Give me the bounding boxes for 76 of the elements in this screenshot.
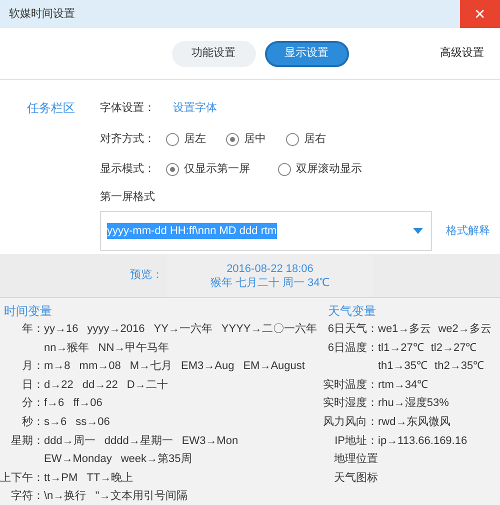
tab[interactable]: 显示设置 bbox=[264, 40, 348, 66]
variable-example: we2→多云 bbox=[438, 322, 492, 337]
variable-label: 6日温度： bbox=[326, 340, 378, 356]
variable-example: EM3→Aug bbox=[181, 359, 234, 374]
radio-option[interactable]: 居中 bbox=[226, 130, 266, 148]
variable-example: f→6 bbox=[44, 396, 64, 412]
variable-example: rtm→34℃ bbox=[378, 378, 428, 393]
preview-label: 预览： bbox=[129, 268, 164, 284]
variable-example: yy→16 bbox=[44, 322, 78, 337]
section-title: 天气变量 bbox=[327, 303, 377, 320]
variable-example: tt→PM bbox=[44, 470, 78, 486]
variable-example: dddd→星期一 bbox=[104, 434, 173, 449]
close-button[interactable]: ✕ bbox=[460, 0, 500, 28]
window-title: 软媒时间设置 bbox=[8, 6, 75, 22]
variable-label: 星期： bbox=[10, 434, 44, 449]
variable-label: 上下午： bbox=[0, 470, 44, 486]
variable-label: 字符： bbox=[10, 488, 44, 504]
radio-option[interactable]: 居左 bbox=[166, 130, 206, 148]
field-label: 对齐方式： bbox=[100, 132, 156, 147]
variable-example: ip→113.66.169.16 bbox=[378, 434, 468, 449]
variable-example: M→七月 bbox=[130, 359, 172, 374]
variable-example: th2→35℃ bbox=[434, 359, 484, 374]
variable-label: 6日天气： bbox=[326, 322, 378, 337]
tab[interactable]: 高级设置 bbox=[440, 45, 484, 62]
variable-example: th1→35℃ bbox=[378, 359, 428, 374]
variable-example: EW3→Mon bbox=[182, 434, 238, 449]
section-label: 任务栏区 bbox=[26, 100, 76, 117]
dropdown-caret-icon bbox=[413, 228, 423, 234]
variable-example: TT→晚上 bbox=[86, 470, 134, 486]
field-label: 字体设置： bbox=[100, 100, 155, 116]
variable-example: \n→换行 bbox=[44, 489, 86, 504]
variable-label: 实时湿度： bbox=[322, 396, 378, 412]
field-label: 第一屏格式 bbox=[100, 190, 156, 205]
variable-label: 实时温度： bbox=[322, 378, 378, 393]
variable-example: s→6 bbox=[44, 414, 67, 430]
format-value: yyyy-mm-dd HH:ff\nnn MD ddd rtm bbox=[107, 222, 277, 240]
variable-label: 年： bbox=[21, 322, 44, 337]
tab[interactable]: 功能设置 bbox=[172, 40, 256, 66]
variable-example: rhu→湿度53% bbox=[378, 396, 449, 412]
section-title: 时间变量 bbox=[3, 303, 53, 320]
radio-option[interactable]: 仅显示第一屏 bbox=[166, 160, 250, 178]
variable-example: ff→06 bbox=[73, 396, 102, 412]
variable-example: m→8 bbox=[44, 359, 70, 374]
preview-text: 猴年 七月二十 周一 34℃ bbox=[210, 276, 330, 290]
variable-label: 月： bbox=[21, 359, 44, 374]
variable-label: IP地址： bbox=[334, 434, 378, 449]
variable-example: ddd→周一 bbox=[44, 434, 96, 449]
variable-example: tl2→27℃ bbox=[430, 340, 477, 356]
field-label: 显示模式： bbox=[100, 162, 156, 177]
variable-label: 日： bbox=[21, 378, 44, 393]
variable-example: we1→多云 bbox=[378, 322, 432, 337]
preview-text: 2016-08-22 18:06 bbox=[226, 262, 314, 276]
radio-option[interactable]: 居右 bbox=[286, 130, 326, 148]
variable-example: NN→甲午马年 bbox=[98, 340, 170, 356]
radio-option[interactable]: 双屏滚动显示 bbox=[278, 160, 362, 178]
variable-example: nn→猴年 bbox=[44, 340, 90, 356]
format-help-link[interactable]: 格式解释 bbox=[446, 222, 490, 240]
variable-example: dd→22 bbox=[82, 378, 118, 393]
variable-example: rwd→东风微风 bbox=[378, 414, 451, 430]
variable-example: yyyy→2016 bbox=[87, 322, 145, 337]
variable-example: week→第35周 bbox=[120, 452, 192, 468]
variable-label: 秒： bbox=[21, 414, 44, 430]
variable-label: 天气图标 bbox=[333, 470, 378, 486]
variable-example: D→二十 bbox=[126, 378, 168, 393]
variable-example: d→22 bbox=[44, 378, 74, 393]
variable-example: ''→文本用引号间隔 bbox=[95, 488, 188, 504]
variable-example: EM→August bbox=[243, 359, 305, 374]
variable-example: EW→Monday bbox=[44, 452, 112, 468]
variable-label: 分： bbox=[21, 396, 44, 412]
variable-example: ss→06 bbox=[76, 414, 110, 430]
variable-example: tl1→27℃ bbox=[378, 340, 424, 356]
variable-example: YYYY→二〇一六年 bbox=[221, 322, 317, 337]
variable-label: 地理位置 bbox=[333, 452, 378, 468]
variable-example: mm→08 bbox=[79, 359, 121, 374]
variable-label: 风力风向： bbox=[322, 414, 378, 430]
variable-example: YY→一六年 bbox=[154, 322, 212, 337]
